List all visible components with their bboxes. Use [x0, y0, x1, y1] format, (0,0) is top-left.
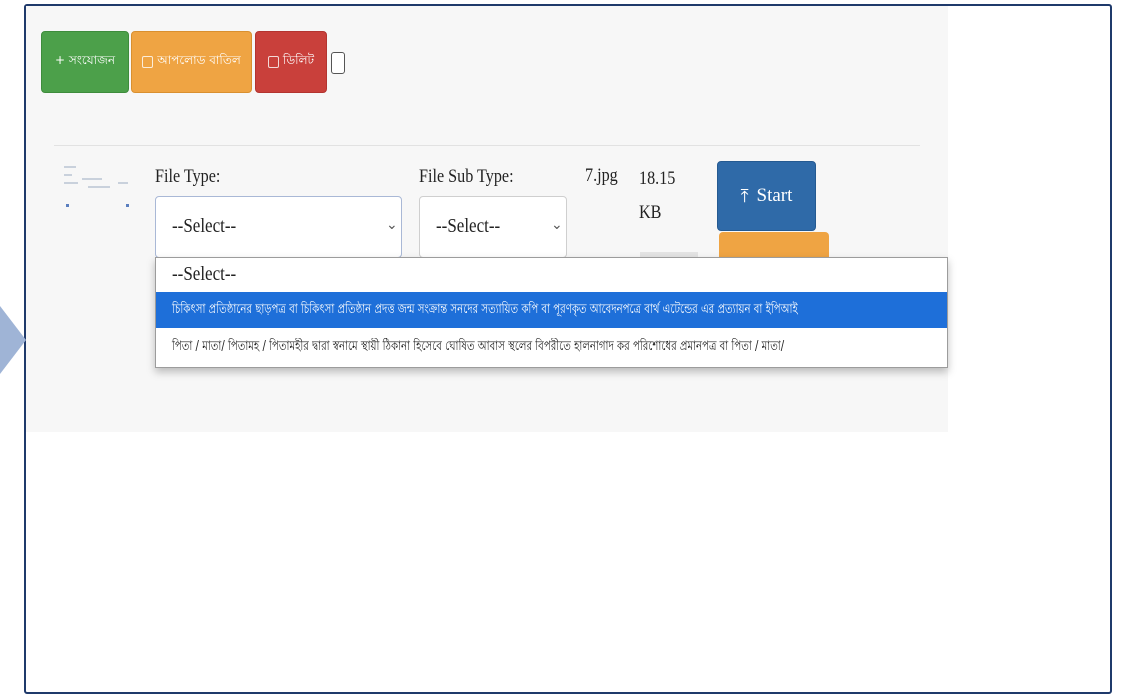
start-label: Start	[756, 185, 793, 206]
chevron-down-icon: ⌄	[386, 217, 398, 233]
upload-arrow-icon: ⤒	[740, 185, 749, 207]
cancel-upload-label: আপলোড বাতিল	[157, 53, 241, 67]
divider	[54, 145, 920, 146]
dropdown-option-highlighted[interactable]: চিকিৎসা প্রতিষ্ঠানের ছাড়পত্র বা চিকিৎসা…	[156, 292, 947, 328]
select-all-checkbox[interactable]	[331, 52, 345, 74]
delete-button[interactable]: ডিলিট	[255, 31, 327, 93]
file-type-dropdown[interactable]: --Select-- চিকিৎসা প্রতিষ্ঠানের ছাড়পত্র…	[155, 257, 948, 368]
file-sub-type-select[interactable]: --Select-- ⌄	[419, 196, 567, 258]
dropdown-option[interactable]: --Select--	[156, 258, 947, 292]
file-type-select[interactable]: --Select-- ⌄	[155, 196, 402, 258]
file-type-label: File Type:	[155, 166, 221, 187]
delete-label: ডিলিট	[282, 53, 315, 67]
dropdown-option[interactable]: পিতা / মাতা/ পিতামহ / পিতামহীর দ্বারা স্…	[156, 330, 947, 364]
file-name: 7.jpg	[585, 165, 618, 186]
file-type-value: --Select--	[172, 215, 237, 237]
file-sub-type-value: --Select--	[436, 215, 501, 237]
file-sub-type-label: File Sub Type:	[419, 166, 514, 187]
file-size: 18.15 KB	[639, 168, 676, 223]
file-thumbnail	[58, 160, 136, 210]
checkbox-icon	[142, 56, 154, 68]
add-button-label: + সংযোজন	[54, 53, 116, 67]
add-button[interactable]: + সংযোজন	[41, 31, 129, 93]
chevron-down-icon: ⌄	[551, 217, 563, 233]
checkbox-icon	[267, 56, 279, 68]
cancel-upload-button[interactable]: আপলোড বাতিল	[131, 31, 252, 93]
start-upload-button[interactable]: ⤒ Start	[717, 161, 816, 231]
pointer-arrow-icon	[0, 306, 26, 374]
